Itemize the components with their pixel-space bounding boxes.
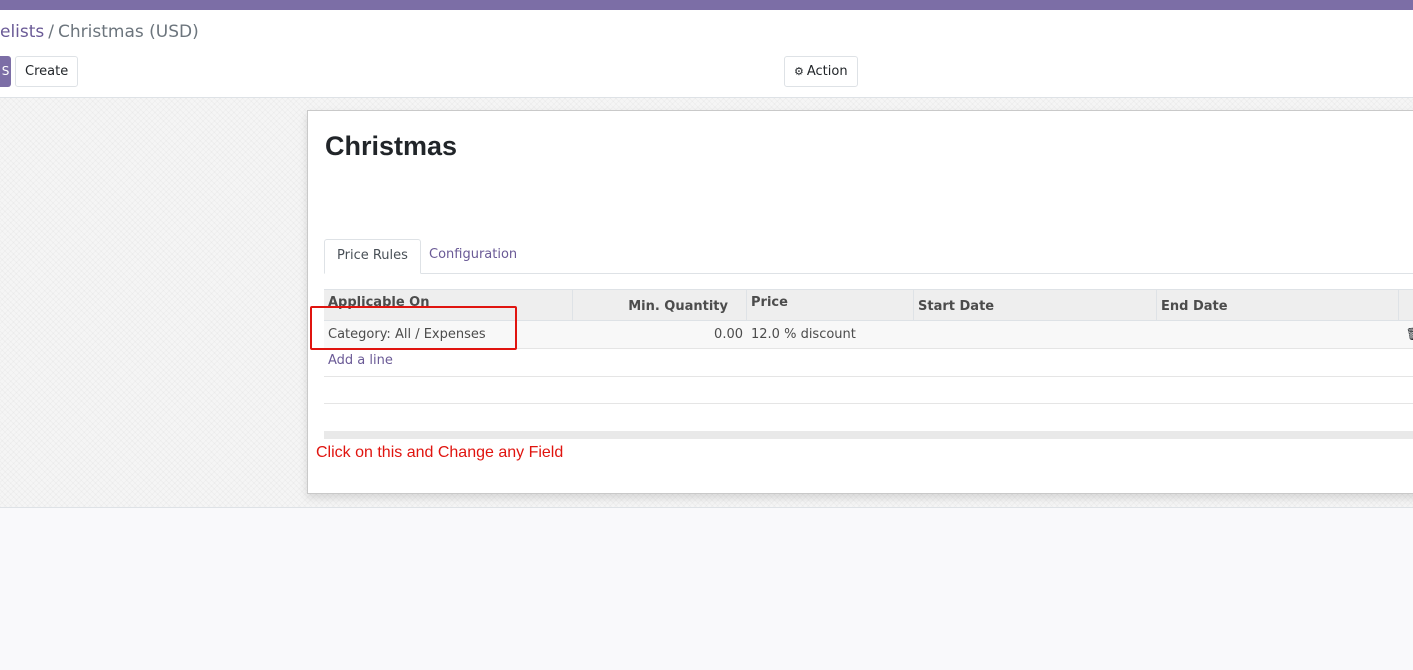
record-title[interactable]: Christmas xyxy=(325,131,457,162)
column-end-date[interactable]: End Date xyxy=(1157,290,1399,321)
tab-price-rules[interactable]: Price Rules xyxy=(324,239,421,274)
annotation-text: Click on this and Change any Field xyxy=(316,444,564,461)
action-button-label: Action xyxy=(806,64,848,79)
breadcrumb-parent-link[interactable]: elists xyxy=(0,22,44,42)
add-line-row: Add a line xyxy=(324,349,1413,377)
tab-configuration[interactable]: Configuration xyxy=(417,239,529,274)
table-footer xyxy=(324,431,1413,439)
trash-icon[interactable]: 🗑 xyxy=(1406,321,1413,348)
annotation-highlight-box xyxy=(310,306,517,350)
cell-start-date[interactable] xyxy=(914,321,1157,348)
column-min-quantity[interactable]: Min. Quantity xyxy=(573,290,747,321)
breadcrumb: elists / Christmas (USD) xyxy=(0,22,199,42)
cell-end-date[interactable] xyxy=(1157,321,1399,348)
add-a-line-link[interactable]: Add a line xyxy=(328,349,393,373)
breadcrumb-separator: / xyxy=(48,22,55,42)
form-background: Christmas Price Rules Configuration Appl… xyxy=(0,98,1413,508)
column-price[interactable]: Price xyxy=(747,290,914,321)
cell-price[interactable]: 12.0 % discount xyxy=(747,321,914,348)
column-start-date[interactable]: Start Date xyxy=(914,290,1157,321)
form-sheet: Christmas Price Rules Configuration Appl… xyxy=(307,110,1413,494)
save-button[interactable]: S xyxy=(0,56,11,87)
action-button[interactable]: ⚙ Action xyxy=(784,56,858,87)
create-button[interactable]: Create xyxy=(15,56,79,87)
gear-icon: ⚙ xyxy=(794,65,804,78)
top-navbar xyxy=(0,0,1413,10)
empty-row xyxy=(324,377,1413,404)
cell-min-quantity[interactable]: 0.00 xyxy=(573,321,747,348)
control-panel: elists / Christmas (USD) S Create ⚙ Action xyxy=(0,10,1413,98)
notebook-tabs: Price Rules Configuration xyxy=(324,239,1413,274)
breadcrumb-current: Christmas (USD) xyxy=(58,22,199,42)
